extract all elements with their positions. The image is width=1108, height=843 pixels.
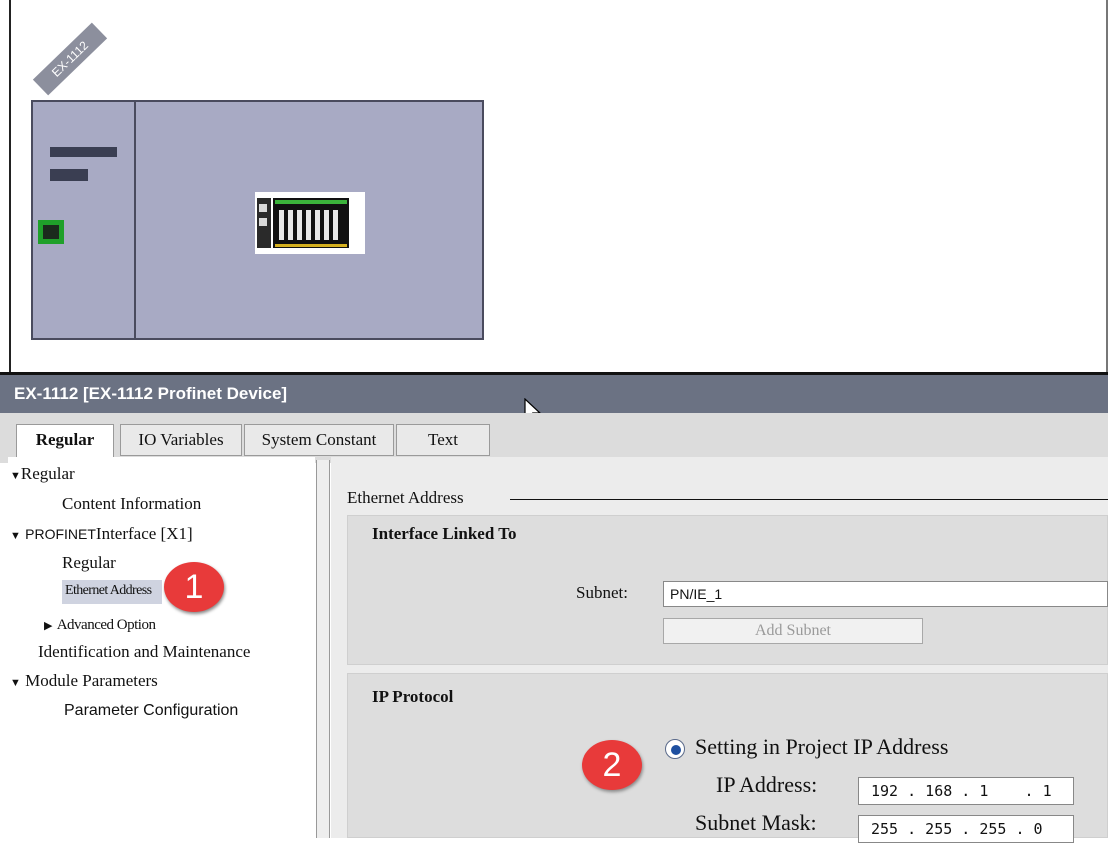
tree-node-profinet-interface[interactable]: ▼ PROFINETInterface [X1] (10, 524, 193, 544)
step-badge-2: 2 (582, 740, 642, 790)
step-badge-1: 1 (164, 562, 224, 612)
device-divider (134, 102, 136, 338)
tree-item-parameter-configuration[interactable]: Parameter Configuration (64, 702, 238, 720)
device-indicator-bar (50, 169, 88, 181)
tab-text[interactable]: Text (396, 424, 490, 456)
tree-item-content-information[interactable]: Content Information (62, 494, 201, 514)
subnet-field[interactable]: PN/IE_1 (663, 581, 1108, 607)
ethernet-address-header: Ethernet Address (347, 488, 464, 507)
tree-item-regular[interactable]: Regular (62, 553, 116, 573)
tree-scrollbar[interactable] (316, 460, 330, 838)
tree-node-advanced-option[interactable]: ▶ Advanced Option (44, 614, 156, 634)
subnet-mask-label: Subnet Mask: (695, 810, 817, 835)
radio-selected-dot (671, 745, 681, 755)
caret-down-icon: ▼ (10, 677, 21, 689)
add-subnet-button[interactable]: Add Subnet (663, 618, 923, 644)
ip-address-field[interactable]: 192 . 168 . 1 . 1 (858, 777, 1074, 805)
subnet-mask-field[interactable]: 255 . 255 . 255 . 0 (858, 815, 1074, 843)
tree-item-ethernet-address[interactable]: Ethernet Address (65, 583, 152, 599)
caret-down-icon: ▼ (10, 530, 21, 542)
caret-right-icon: ▶ (44, 620, 53, 632)
tab-io-variables[interactable]: IO Variables (120, 424, 242, 456)
properties-title-bar: EX-1112 [EX-1112 Profinet Device] (0, 375, 1108, 413)
caret-down-icon: ▼ (10, 470, 21, 482)
section-title: Interface Linked To (372, 524, 517, 543)
section-title: IP Protocol (372, 687, 454, 706)
io-module-image[interactable] (255, 192, 365, 254)
project-ip-radio-label[interactable]: Setting in Project IP Address (695, 734, 948, 760)
subnet-label: Subnet: (576, 583, 628, 602)
ethernet-port-socket (43, 225, 59, 239)
io-module-icon (257, 198, 349, 248)
tree-node-regular[interactable]: ▼Regular (10, 464, 75, 484)
header-rule (510, 499, 1108, 500)
tab-system-constant[interactable]: System Constant (244, 424, 394, 456)
canvas-left-border (9, 0, 11, 372)
tree-node-module-parameters[interactable]: ▼ Module Parameters (10, 671, 158, 691)
tree-item-identification-maintenance[interactable]: Identification and Maintenance (38, 642, 250, 662)
ip-address-label: IP Address: (716, 772, 818, 797)
device-indicator-bar (50, 147, 117, 157)
